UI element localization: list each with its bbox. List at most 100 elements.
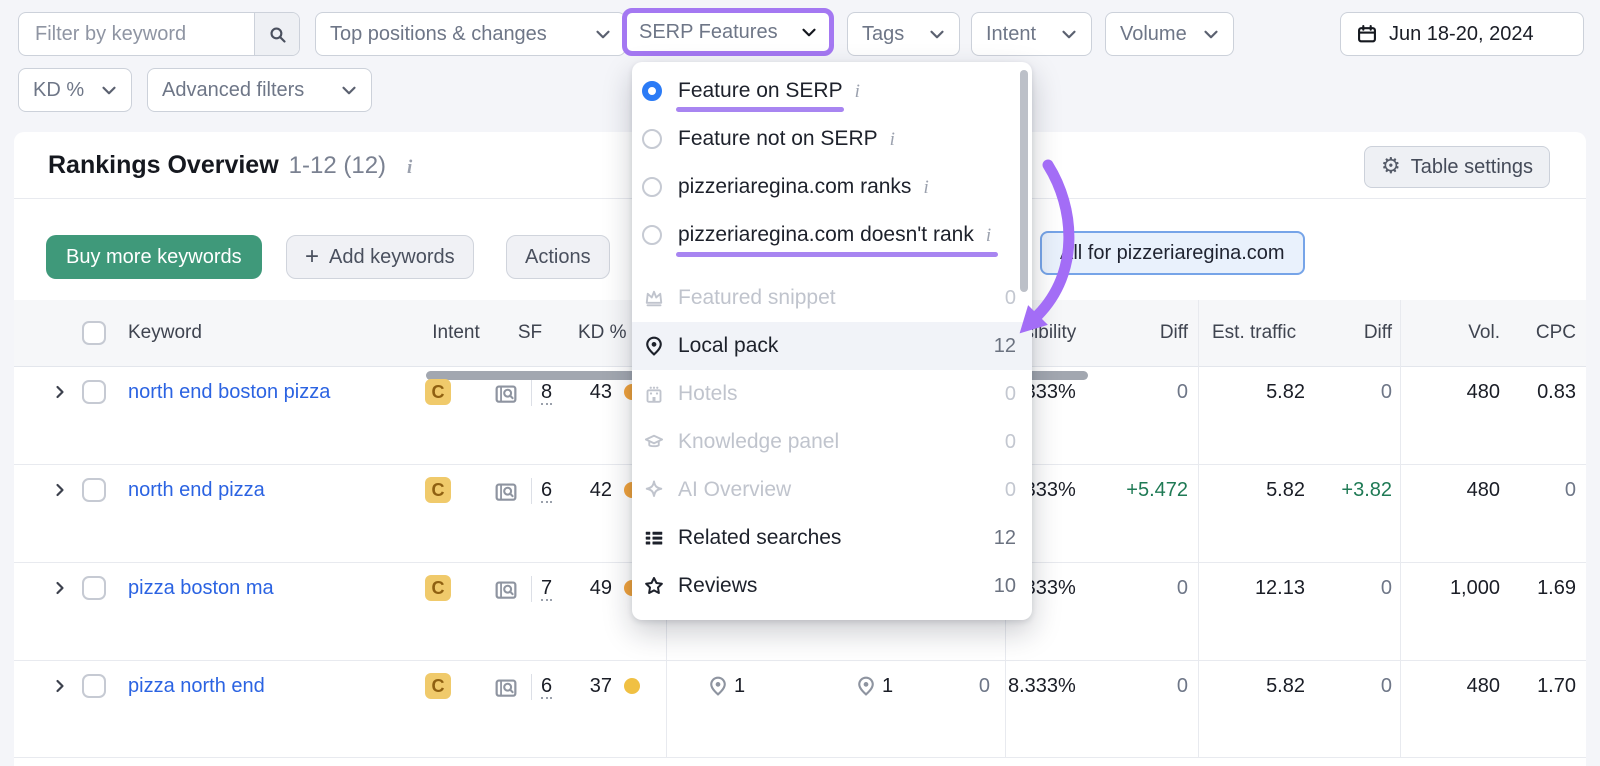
option-domain-ranks[interactable]: pizzeriaregina.com ranksi [632,163,1032,211]
est-traffic-diff: 0 [1300,667,1392,705]
col-header-intent[interactable]: Intent [428,300,484,366]
scope-all-button[interactable]: All for pizzeriaregina.com [1040,231,1305,275]
filter-intent[interactable]: Intent [971,12,1092,56]
feature-knowledge-panel[interactable]: Knowledge panel 0 [632,418,1032,466]
col-header-est-traffic[interactable]: Est. traffic [1212,300,1296,366]
col-header-keyword[interactable]: Keyword [128,300,202,366]
row-checkbox[interactable] [82,576,106,600]
filter-tags[interactable]: Tags [847,12,960,56]
crown-icon [644,288,664,308]
sf-count[interactable]: 7 [541,569,552,607]
expand-chevron-icon[interactable] [52,482,68,498]
est-traffic-value: 5.82 [1203,667,1305,705]
serp-features-dropdown: Feature on SERPi Feature not on SERPi pi… [632,62,1032,620]
col-header-kd[interactable]: KD % [578,300,627,366]
est-traffic-value: 5.82 [1203,471,1305,509]
filter-kd[interactable]: KD % [18,68,132,112]
select-all-checkbox[interactable] [82,321,106,345]
option-feature-not-on-serp[interactable]: Feature not on SERPi [632,115,1032,163]
keyword-link[interactable]: pizza north end [128,667,265,705]
expand-chevron-icon[interactable] [52,678,68,694]
info-icon[interactable]: i [890,129,895,150]
serp-preview-icon[interactable] [495,481,517,503]
visibility-diff: 0 [1096,569,1188,607]
keyword-link[interactable]: pizza boston ma [128,569,274,607]
filter-top-positions[interactable]: Top positions & changes [315,12,626,56]
col-header-diff2[interactable]: Diff [1300,300,1392,366]
est-traffic-value: 12.13 [1203,569,1305,607]
radio-icon[interactable] [642,129,662,149]
expand-chevron-icon[interactable] [52,580,68,596]
row-checkbox[interactable] [82,478,106,502]
row-checkbox[interactable] [82,380,106,404]
info-icon[interactable]: i [923,177,928,198]
expand-chevron-icon[interactable] [52,384,68,400]
cpc-value: 1.70 [1478,667,1576,705]
local-pack-position-icon [708,676,728,696]
map-pin-icon [644,336,664,356]
intent-badge: C [425,575,451,601]
col-header-sf[interactable]: SF [505,300,555,366]
filter-intent-label: Intent [986,23,1036,46]
add-keywords-button[interactable]: + Add keywords [286,235,474,279]
row-separator [14,660,1586,661]
radio-selected-icon[interactable] [642,81,662,101]
date-range-button[interactable]: Jun 18-20, 2024 [1340,12,1584,56]
kd-value: 43 [558,373,612,411]
search-button[interactable] [254,13,299,55]
keyword-filter-input[interactable]: Filter by keyword [18,12,300,56]
graduation-cap-icon [644,432,664,452]
visibility-diff: 0 [1096,373,1188,411]
divider [531,576,532,602]
actions-button[interactable]: Actions [506,235,610,279]
est-traffic-diff: 0 [1300,373,1392,411]
intent-badge: C [425,379,451,405]
radio-icon[interactable] [642,225,662,245]
sf-count[interactable]: 6 [541,471,552,509]
feature-reviews[interactable]: Reviews 10 [632,562,1032,610]
local-pack-position: 1 [734,667,745,705]
gridline [1198,300,1199,757]
table-settings-button[interactable]: ⚙ Table settings [1364,146,1550,188]
chevron-down-icon [801,27,817,38]
feature-related-searches[interactable]: Related searches 12 [632,514,1032,562]
divider [531,380,532,406]
serp-preview-icon[interactable] [495,383,517,405]
star-icon [644,576,664,596]
filter-volume-label: Volume [1120,23,1187,46]
keyword-link[interactable]: north end boston pizza [128,373,330,411]
col-header-diff[interactable]: Diff [1096,300,1188,366]
sf-count[interactable]: 6 [541,667,552,705]
keyword-link[interactable]: north end pizza [128,471,265,509]
filter-tags-label: Tags [862,23,904,46]
date-range-label: Jun 18-20, 2024 [1389,23,1534,46]
radio-icon[interactable] [642,177,662,197]
filter-advanced-label: Advanced filters [162,79,304,102]
kd-value: 37 [558,667,612,705]
filter-volume[interactable]: Volume [1105,12,1234,56]
feature-ai-overview[interactable]: AI Overview 0 [632,466,1032,514]
info-icon[interactable]: i [855,81,860,102]
sf-count[interactable]: 8 [541,373,552,411]
est-traffic-diff: 0 [1300,569,1392,607]
feature-hotels[interactable]: Hotels 0 [632,370,1032,418]
serp-preview-icon[interactable] [495,579,517,601]
filter-advanced[interactable]: Advanced filters [147,68,372,112]
row-checkbox[interactable] [82,674,106,698]
info-icon[interactable]: i [986,225,991,246]
feature-local-pack[interactable]: Local pack 12 [632,322,1032,370]
cpc-value: 1.69 [1478,569,1576,607]
divider [531,674,532,700]
feature-featured-snippet[interactable]: Featured snippet 0 [632,274,1032,322]
filter-serp-features[interactable]: SERP Features [622,8,834,56]
keyword-filter-placeholder: Filter by keyword [35,13,186,55]
dropdown-scrollbar[interactable] [1020,70,1028,292]
buy-more-keywords-button[interactable]: Buy more keywords [46,235,262,279]
filter-kd-label: KD % [33,79,84,102]
rankings-range: 1-12 (12) [289,152,386,179]
col-header-cpc[interactable]: CPC [1478,300,1576,366]
table-settings-label: Table settings [1411,156,1533,179]
info-icon[interactable]: i [407,157,412,178]
serp-preview-icon[interactable] [495,677,517,699]
gear-icon: ⚙ [1381,156,1401,178]
